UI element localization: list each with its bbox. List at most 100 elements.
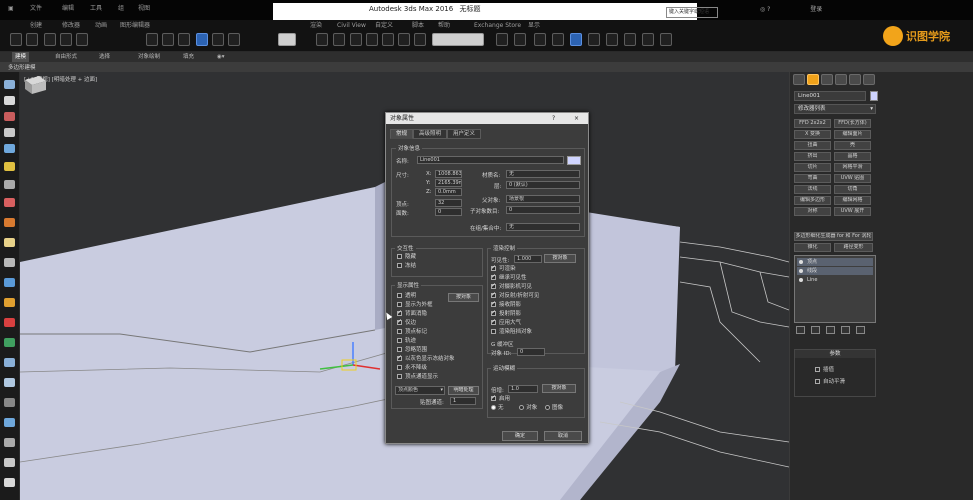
menu-item-create[interactable]: 创建: [30, 20, 42, 32]
menu-item-exchange-store[interactable]: Exchange Store: [474, 20, 521, 32]
create-tab-icon[interactable]: [793, 74, 805, 85]
stack-item-vertex[interactable]: 顶点: [797, 258, 873, 266]
target-icon[interactable]: [4, 318, 15, 327]
menu-item-view[interactable]: 视图: [138, 3, 150, 15]
tab-advanced-lighting[interactable]: 高级照明: [413, 129, 448, 139]
checkbox[interactable]: [397, 254, 402, 259]
configure-sets-icon[interactable]: [856, 326, 865, 334]
tree-icon[interactable]: [4, 338, 15, 347]
receive-shadows-checkbox[interactable]: 接收阴影: [491, 300, 521, 309]
radio-object[interactable]: 对象: [519, 405, 537, 411]
interpolation-option[interactable]: 插值: [815, 365, 834, 373]
modifier-button[interactable]: 编辑面片: [834, 130, 871, 139]
snap-icon[interactable]: [350, 33, 362, 46]
checkbox[interactable]: [397, 302, 402, 307]
menu-item-help[interactable]: 帮助: [438, 20, 450, 32]
menu-item-animation[interactable]: 动画: [95, 20, 107, 32]
render-icon[interactable]: [660, 33, 672, 46]
menu-item-customize[interactable]: 自定义: [375, 20, 393, 32]
radio-icon[interactable]: [491, 405, 496, 410]
align-icon[interactable]: [514, 33, 526, 46]
display-tab-icon[interactable]: [849, 74, 861, 85]
remove-modifier-icon[interactable]: [841, 326, 850, 334]
menu-item-file[interactable]: 文件: [30, 3, 42, 15]
geosphere-icon[interactable]: [4, 278, 15, 287]
motion-tab-icon[interactable]: [835, 74, 847, 85]
never-degrade-checkbox[interactable]: 永不降级: [397, 365, 427, 372]
ok-button[interactable]: 确定: [502, 431, 538, 441]
checkbox[interactable]: [397, 374, 402, 379]
unlink-icon[interactable]: [60, 33, 72, 46]
modifier-button[interactable]: 扭曲: [794, 141, 831, 150]
bicycle-icon[interactable]: [4, 378, 15, 387]
shape-icon[interactable]: [4, 144, 15, 153]
redo-icon[interactable]: [26, 33, 38, 46]
stack-item-line[interactable]: Line: [797, 276, 873, 284]
path-icon[interactable]: [4, 438, 15, 447]
light-icon[interactable]: [4, 162, 15, 171]
trajectory-checkbox[interactable]: 轨迹: [397, 338, 416, 345]
cancel-button[interactable]: 取消: [544, 431, 582, 441]
shaded-button[interactable]: 明暗处理: [448, 386, 479, 395]
modifier-button[interactable]: FFD(长方体): [834, 119, 871, 128]
system-icon[interactable]: [4, 238, 15, 247]
ribbon-tab-freeform[interactable]: 自由形式: [52, 52, 80, 62]
radio-none[interactable]: 无: [491, 405, 504, 411]
modifier-button[interactable]: UVW 展开: [834, 207, 871, 216]
ribbon-tab-populate[interactable]: 填充: [180, 52, 197, 62]
checkbox[interactable]: [397, 365, 402, 370]
ribbon-tab-object-paint[interactable]: 对象绘制: [135, 52, 163, 62]
layer-manager-icon[interactable]: [534, 33, 546, 46]
modifier-button[interactable]: 切片: [794, 163, 831, 172]
ignore-extents-checkbox[interactable]: 忽略范围: [397, 347, 427, 354]
close-button[interactable]: ×: [574, 113, 579, 124]
motion-blur-enabled-checkbox[interactable]: 启用: [491, 394, 510, 403]
modifier-button[interactable]: 对称: [794, 207, 831, 216]
modifier-button[interactable]: X 变换: [794, 130, 831, 139]
ribbon-tab-selection[interactable]: 选择: [96, 52, 113, 62]
link-icon[interactable]: [44, 33, 56, 46]
rollout-title[interactable]: 参数: [795, 350, 875, 358]
modifier-button[interactable]: 弯曲: [794, 174, 831, 183]
vertex-channel-display-checkbox[interactable]: 顶点通道显示: [397, 374, 438, 381]
checkbox[interactable]: [397, 338, 402, 343]
cloud-icon[interactable]: [4, 80, 15, 89]
checkbox[interactable]: [815, 379, 820, 384]
edges-only-checkbox[interactable]: 仅边: [397, 318, 416, 327]
named-selection-dropdown[interactable]: [432, 33, 484, 46]
map-channel-spinner[interactable]: 1: [450, 397, 476, 405]
checkbox[interactable]: [491, 282, 496, 289]
display-by-object-button[interactable]: 按对象: [448, 293, 479, 302]
modifier-button[interactable]: 挤出: [794, 152, 831, 161]
angle-snap-icon[interactable]: [366, 33, 378, 46]
vertex-color-select[interactable]: 顶点颜色 ▾: [395, 386, 445, 395]
undo-icon[interactable]: [10, 33, 22, 46]
ribbon-options-icon[interactable]: ◉▾: [214, 52, 228, 62]
pivot-icon[interactable]: [316, 33, 328, 46]
render-occluded-checkbox[interactable]: 渲染阻挡对象: [491, 329, 532, 336]
checkbox[interactable]: [491, 394, 496, 401]
auto-smooth-option[interactable]: 自动平滑: [815, 377, 845, 385]
modifier-button-path-deform[interactable]: 路径变形: [834, 243, 873, 252]
renderable-checkbox[interactable]: 可渲染: [491, 264, 516, 273]
bind-space-warp-icon[interactable]: [76, 33, 88, 46]
inherit-visibility-checkbox[interactable]: 继承可见性: [491, 273, 527, 282]
select-rotate-icon[interactable]: [212, 33, 224, 46]
object-color-swatch[interactable]: [870, 91, 878, 101]
display-as-box-checkbox[interactable]: 显示为外框: [397, 302, 433, 309]
checkbox[interactable]: [491, 264, 496, 271]
stack-item-segment[interactable]: 线段: [797, 267, 873, 275]
cast-shadows-checkbox[interactable]: 投射阴影: [491, 309, 521, 318]
help-button[interactable]: ?: [552, 113, 555, 124]
checkbox[interactable]: [397, 309, 402, 316]
layer-value[interactable]: 0 (默认): [506, 181, 580, 189]
render-frame-icon[interactable]: [642, 33, 654, 46]
modifier-button[interactable]: FFD 2x2x2: [794, 119, 831, 128]
radio-image[interactable]: 图像: [545, 405, 563, 411]
select-icon[interactable]: [146, 33, 158, 46]
helper-icon[interactable]: [4, 198, 15, 207]
menu-item-display[interactable]: 显示: [528, 20, 540, 32]
menu-item-graph-editors[interactable]: 图形编辑器: [120, 20, 150, 32]
frame-icon[interactable]: [4, 458, 15, 467]
spinner-snap-icon[interactable]: [398, 33, 410, 46]
